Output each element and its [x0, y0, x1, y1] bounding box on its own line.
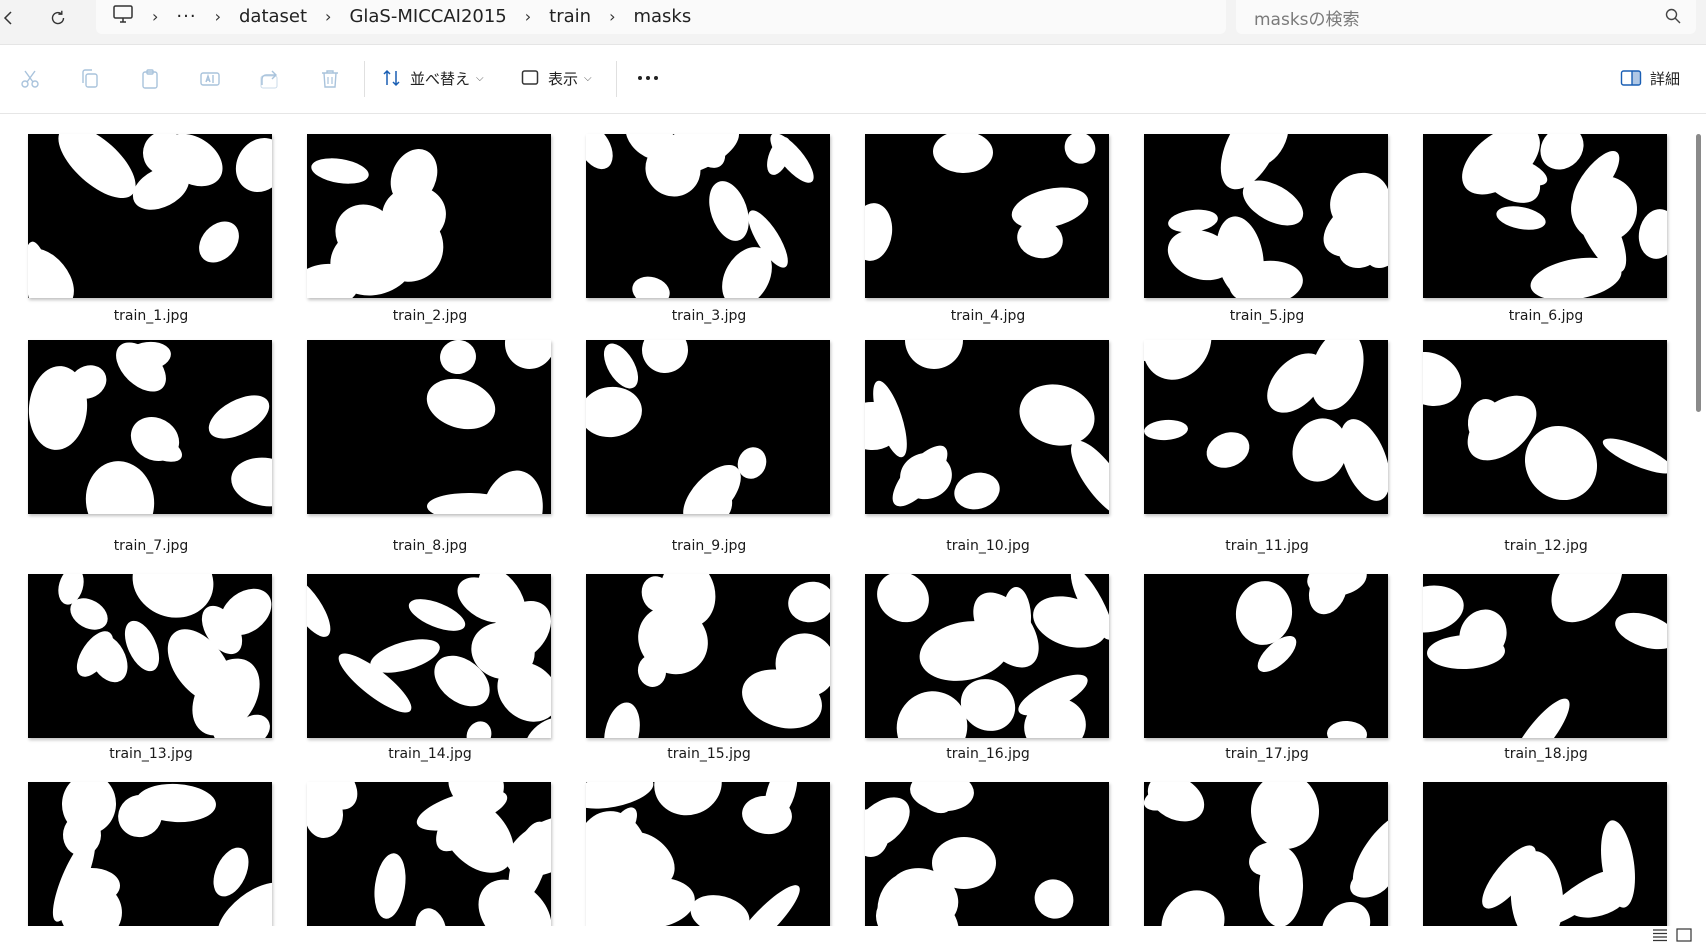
view-button[interactable]: 表示 ⌵ — [520, 63, 592, 93]
breadcrumb: › ··· › dataset › GlaS-MICCAI2015 › trai… — [112, 0, 691, 32]
mask-thumbnail[interactable] — [586, 782, 830, 926]
search-icon[interactable] — [1664, 7, 1682, 25]
file-name: train_4.jpg — [950, 308, 1026, 324]
trash-icon[interactable] — [318, 67, 342, 91]
file-name: train_14.jpg — [388, 746, 472, 762]
file-name: train_7.jpg — [113, 538, 189, 554]
breadcrumb-item-masks[interactable]: masks — [633, 6, 691, 27]
ellipsis-icon[interactable]: ··· — [176, 6, 196, 27]
share-icon[interactable] — [258, 67, 282, 91]
more-icon — [638, 76, 658, 80]
mask-thumbnail[interactable] — [1144, 574, 1388, 738]
file-name: train_13.jpg — [109, 746, 193, 762]
file-name: train_3.jpg — [671, 308, 747, 324]
refresh-icon[interactable] — [42, 4, 74, 32]
mask-thumbnail[interactable] — [1423, 782, 1667, 926]
mask-thumbnail[interactable] — [865, 340, 1109, 514]
mask-thumbnail[interactable] — [307, 340, 551, 514]
breadcrumb-item-glas[interactable]: GlaS-MICCAI2015 — [349, 6, 506, 27]
more-options-button[interactable] — [636, 63, 668, 93]
chevron-down-icon: ⌵ — [584, 72, 592, 84]
breadcrumb-item-dataset[interactable]: dataset — [239, 6, 307, 27]
mask-thumbnail[interactable] — [865, 134, 1109, 298]
mask-thumbnail[interactable] — [28, 782, 272, 926]
mask-thumbnail[interactable] — [1144, 134, 1388, 298]
details-button[interactable]: 詳細 — [1620, 63, 1680, 93]
rename-icon[interactable] — [198, 67, 222, 91]
file-name: train_18.jpg — [1504, 746, 1588, 762]
mask-thumbnail[interactable] — [28, 134, 272, 298]
mask-thumbnail[interactable] — [28, 340, 272, 514]
search-placeholder: masksの検索 — [1254, 10, 1360, 30]
mask-thumbnail[interactable] — [586, 340, 830, 514]
view-icon — [521, 70, 539, 85]
sort-button[interactable]: 並べ替え ⌵ — [382, 63, 484, 93]
file-name: train_16.jpg — [946, 746, 1030, 762]
breadcrumb-item-train[interactable]: train — [549, 6, 591, 27]
mask-thumbnail[interactable] — [1423, 134, 1667, 298]
mask-thumbnail[interactable] — [1144, 340, 1388, 514]
mask-thumbnail[interactable] — [865, 574, 1109, 738]
divider — [364, 61, 365, 97]
chevron-right-icon[interactable]: › — [325, 7, 331, 26]
chevron-right-icon[interactable]: › — [215, 7, 221, 26]
mask-thumbnail[interactable] — [586, 134, 830, 298]
file-grid: train_1.jpg train_2.jpg train_3.jpg train_4… — [0, 114, 1692, 926]
chevron-right-icon[interactable]: › — [525, 7, 531, 26]
copy-icon[interactable] — [78, 67, 102, 91]
file-name: train_15.jpg — [667, 746, 751, 762]
chevron-right-icon[interactable]: › — [609, 7, 615, 26]
file-name: train_8.jpg — [392, 538, 468, 554]
file-name: train_6.jpg — [1508, 308, 1584, 324]
command-bar: 並べ替え ⌵ 表示 ⌵ 詳細 — [0, 45, 1706, 114]
monitor-icon[interactable] — [112, 3, 134, 30]
mask-thumbnail[interactable] — [865, 782, 1109, 926]
mask-thumbnail[interactable] — [28, 574, 272, 738]
address-bar-area: › ··· › dataset › GlaS-MICCAI2015 › trai… — [0, 0, 1706, 45]
vertical-scrollbar[interactable] — [1696, 134, 1701, 412]
list-view-icon[interactable] — [1652, 928, 1668, 942]
view-toggle — [1652, 928, 1692, 942]
tile-view-icon[interactable] — [1676, 928, 1692, 942]
details-pane-icon — [1620, 70, 1642, 86]
mask-thumbnail[interactable] — [1144, 782, 1388, 926]
file-name: train_5.jpg — [1229, 308, 1305, 324]
view-label: 表示 — [548, 69, 579, 88]
sort-label: 並べ替え — [410, 69, 471, 88]
mask-thumbnail[interactable] — [307, 134, 551, 298]
details-label: 詳細 — [1650, 69, 1681, 88]
mask-thumbnail[interactable] — [1423, 574, 1667, 738]
chevron-right-icon[interactable]: › — [152, 7, 158, 26]
divider — [616, 61, 617, 97]
mask-thumbnail[interactable] — [307, 574, 551, 738]
file-name: train_2.jpg — [392, 308, 468, 324]
mask-thumbnail[interactable] — [307, 782, 551, 926]
file-name: train_17.jpg — [1225, 746, 1309, 762]
file-name: train_9.jpg — [671, 538, 747, 554]
mask-thumbnail[interactable] — [586, 574, 830, 738]
mask-thumbnail[interactable] — [1423, 340, 1667, 514]
paste-icon[interactable] — [138, 67, 162, 91]
file-name: train_1.jpg — [113, 308, 189, 324]
back-arrow-icon[interactable] — [0, 4, 24, 32]
file-name: train_10.jpg — [946, 538, 1030, 554]
scissors-icon[interactable] — [18, 67, 42, 91]
chevron-down-icon: ⌵ — [476, 72, 484, 84]
sort-icon — [383, 69, 400, 87]
file-name: train_12.jpg — [1504, 538, 1588, 554]
file-name: train_11.jpg — [1225, 538, 1309, 554]
